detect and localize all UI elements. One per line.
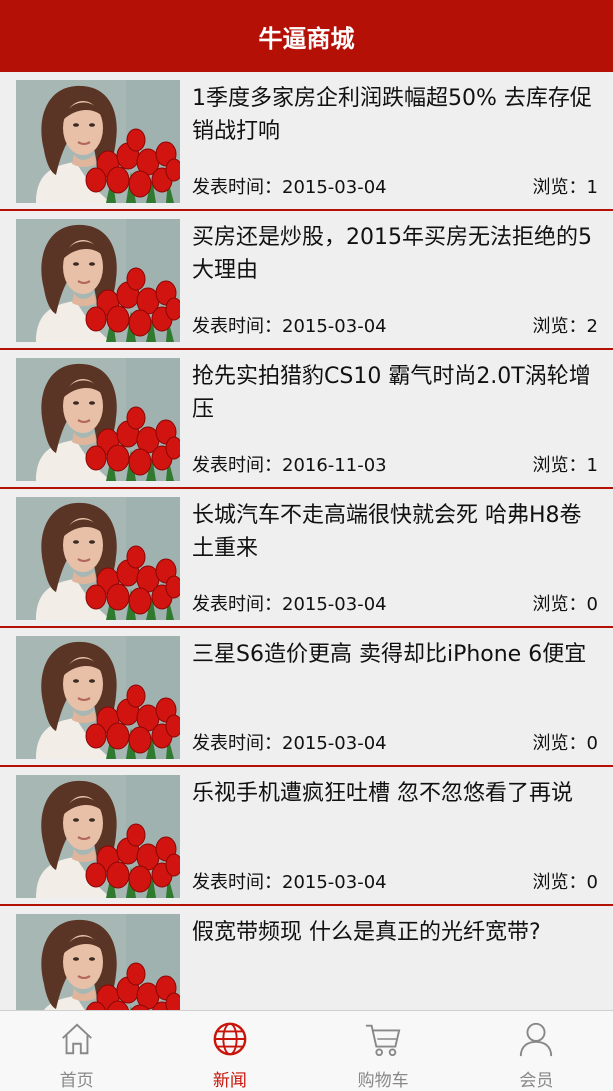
tab-label: 新闻 [212,1071,247,1091]
tab-member[interactable]: 会员 [460,1011,613,1091]
article-title[interactable]: 三星S6造价更高 卖得却比iPhone 6便宜 [192,638,597,671]
list-item[interactable]: 乐视手机遭疯狂吐槽 忽不忽悠看了再说 发表时间：2015-03-04 浏览：0 [0,767,613,906]
article-title[interactable]: 抢先实拍猎豹CS10 霸气时尚2.0T涡轮增压 [192,360,597,426]
user-icon [520,1022,553,1057]
list-item[interactable]: 抢先实拍猎豹CS10 霸气时尚2.0T涡轮增压 发表时间：2016-11-03 … [0,350,613,489]
article-thumbnail[interactable] [16,497,180,620]
article-thumbnail[interactable] [16,636,180,759]
list-item[interactable]: 买房还是炒股，2015年买房无法拒绝的5大理由 发表时间：2015-03-04 … [0,211,613,350]
article-title[interactable]: 买房还是炒股，2015年买房无法拒绝的5大理由 [192,221,597,287]
tab-news[interactable]: 新闻 [153,1011,306,1091]
list-item[interactable]: 假宽带频现 什么是真正的光纤宽带? [0,906,613,1010]
globe-icon [213,1022,247,1056]
tab-label: 首页 [59,1071,94,1091]
tab-home[interactable]: 首页 [0,1011,153,1091]
bottom-tab-bar: 首页 新闻 购物车 会员 [0,1010,613,1091]
list-item[interactable]: 1季度多家房企利润跌幅超50% 去库存促销战打响 发表时间：2015-03-04… [0,72,613,211]
article-thumbnail[interactable] [16,775,180,898]
article-views: 浏览：0 [532,872,598,893]
app-header: 牛逼商城 [0,0,613,72]
article-title[interactable]: 乐视手机遭疯狂吐槽 忽不忽悠看了再说 [192,777,597,810]
article-views: 浏览：1 [532,177,598,198]
list-item[interactable]: 长城汽车不走高端很快就会死 哈弗H8卷土重来 发表时间：2015-03-04 浏… [0,489,613,628]
article-date: 发表时间：2015-03-04 [192,177,387,198]
list-item[interactable]: 三星S6造价更高 卖得却比iPhone 6便宜 发表时间：2015-03-04 … [0,628,613,767]
article-views: 浏览：2 [532,316,598,337]
article-thumbnail[interactable] [16,914,180,1010]
article-thumbnail[interactable] [16,358,180,481]
article-date: 发表时间：2015-03-04 [192,316,387,337]
article-views: 浏览：0 [532,594,598,615]
tab-cart[interactable]: 购物车 [307,1011,460,1091]
article-title[interactable]: 长城汽车不走高端很快就会死 哈弗H8卷土重来 [192,499,597,565]
news-list: 1季度多家房企利润跌幅超50% 去库存促销战打响 发表时间：2015-03-04… [0,72,613,1010]
tab-label: 购物车 [357,1071,409,1091]
article-date: 发表时间：2015-03-04 [192,872,387,893]
article-date: 发表时间：2015-03-04 [192,594,387,615]
article-views: 浏览：0 [532,733,598,754]
article-views: 浏览：1 [532,455,598,476]
tab-label: 会员 [519,1071,554,1091]
article-thumbnail[interactable] [16,219,180,342]
page-title: 牛逼商城 [258,24,355,53]
home-icon [61,1023,92,1055]
article-title[interactable]: 1季度多家房企利润跌幅超50% 去库存促销战打响 [192,82,597,148]
cart-icon [366,1024,401,1057]
article-date: 发表时间：2016-11-03 [192,455,387,476]
article-title[interactable]: 假宽带频现 什么是真正的光纤宽带? [192,916,597,949]
article-thumbnail[interactable] [16,80,180,203]
article-date: 发表时间：2015-03-04 [192,733,387,754]
